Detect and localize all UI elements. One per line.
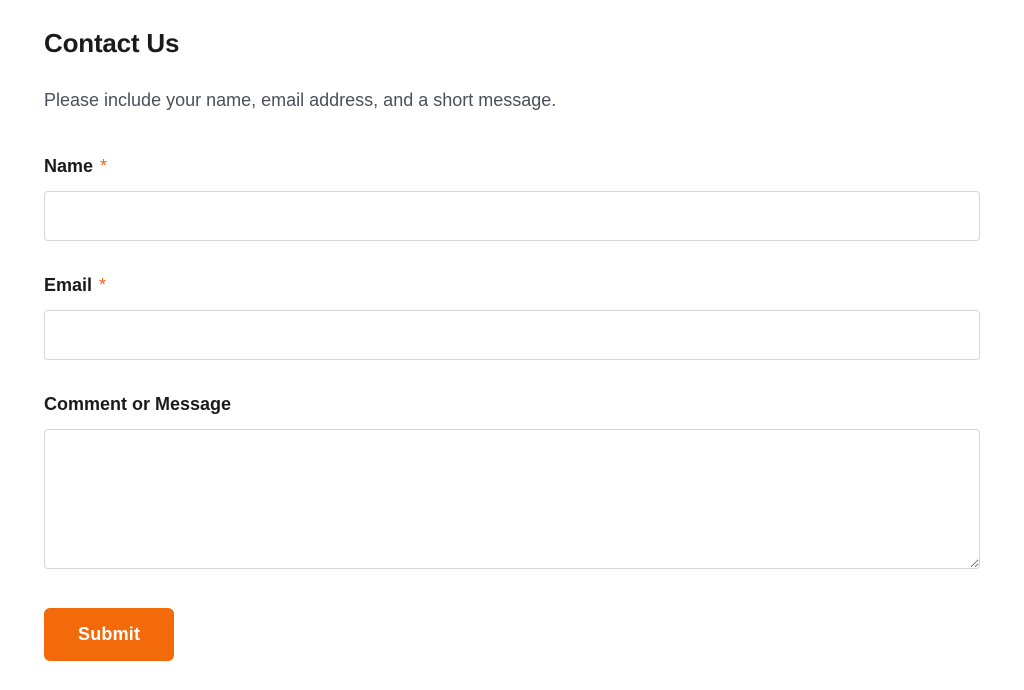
email-label: Email * xyxy=(44,275,980,296)
email-label-text: Email xyxy=(44,275,92,295)
contact-form: Contact Us Please include your name, ema… xyxy=(44,28,980,661)
message-input[interactable] xyxy=(44,429,980,569)
email-input[interactable] xyxy=(44,310,980,360)
required-mark: * xyxy=(99,275,106,295)
message-label-text: Comment or Message xyxy=(44,394,231,414)
email-field-group: Email * xyxy=(44,275,980,360)
name-label-text: Name xyxy=(44,156,93,176)
name-label: Name * xyxy=(44,156,980,177)
message-field-group: Comment or Message xyxy=(44,394,980,574)
required-mark: * xyxy=(100,156,107,176)
submit-button[interactable]: Submit xyxy=(44,608,174,661)
intro-text: Please include your name, email address,… xyxy=(44,87,980,114)
name-field-group: Name * xyxy=(44,156,980,241)
message-label: Comment or Message xyxy=(44,394,980,415)
page-title: Contact Us xyxy=(44,28,980,59)
name-input[interactable] xyxy=(44,191,980,241)
